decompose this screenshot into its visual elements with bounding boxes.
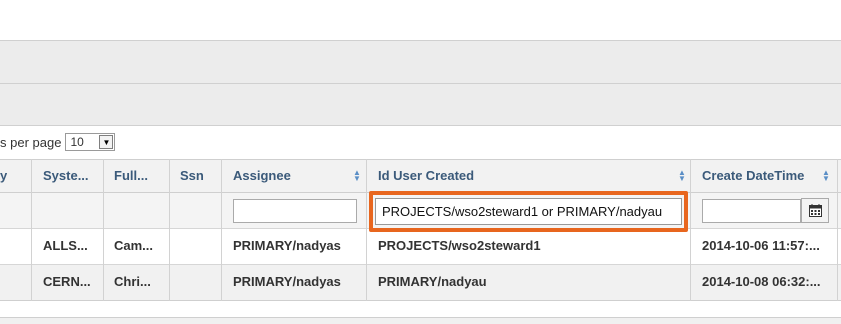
cell-id-user-created: PRIMARY/nadyau (378, 274, 487, 289)
column-divider (690, 159, 691, 301)
cell-id-user-created: PROJECTS/wso2steward1 (378, 238, 541, 253)
create-datetime-filter-input[interactable] (702, 199, 801, 223)
rows-per-page-label: s per page (0, 134, 62, 150)
id-user-created-filter-input[interactable]: PROJECTS/wso2steward1 or PRIMARY/nadyau (375, 198, 682, 225)
column-header-full[interactable]: Full... (114, 168, 166, 183)
column-header-y[interactable]: y (0, 168, 7, 183)
cell-assignee: PRIMARY/nadyas (233, 238, 341, 253)
column-header-assignee[interactable]: Assignee (233, 168, 291, 183)
column-header-system[interactable]: Syste... (43, 168, 99, 183)
column-header-create-datetime[interactable]: Create DateTime (702, 168, 804, 183)
sort-icon[interactable]: ▲ ▼ (822, 169, 830, 183)
cell-system: CERN... (43, 274, 91, 289)
cell-full: Cam... (114, 238, 154, 253)
assignee-filter-input[interactable] (233, 199, 357, 223)
sort-icon[interactable]: ▲ ▼ (678, 169, 686, 183)
cell-assignee: PRIMARY/nadyas (233, 274, 341, 289)
cell-full: Chri... (114, 274, 151, 289)
sort-icon[interactable]: ▲ ▼ (353, 169, 361, 183)
chevron-down-icon[interactable]: ▼ (99, 135, 114, 149)
cell-create-datetime: 2014-10-06 11:57:... (702, 238, 820, 253)
column-divider (31, 159, 32, 301)
column-divider (221, 159, 222, 301)
rows-per-page-select[interactable]: 10 ▼ (65, 133, 116, 151)
column-header-ssn[interactable]: Ssn (180, 168, 204, 183)
id-user-created-filter-highlight: PROJECTS/wso2steward1 or PRIMARY/nadyau (369, 191, 688, 232)
secondary-toolbar-bar (0, 84, 841, 126)
toolbar-bar (0, 40, 841, 84)
column-divider (103, 159, 104, 301)
calendar-icon[interactable] (801, 198, 829, 223)
cell-create-datetime: 2014-10-08 06:32:... (702, 274, 821, 289)
column-divider (366, 159, 367, 301)
column-divider (169, 159, 170, 301)
column-divider (837, 159, 838, 301)
rows-per-page-value: 10 (70, 135, 84, 149)
rows-per-page: s per page 10 ▼ (0, 132, 116, 152)
column-header-id-user-created[interactable]: Id User Created (378, 168, 474, 183)
cell-system: ALLS... (43, 238, 88, 253)
